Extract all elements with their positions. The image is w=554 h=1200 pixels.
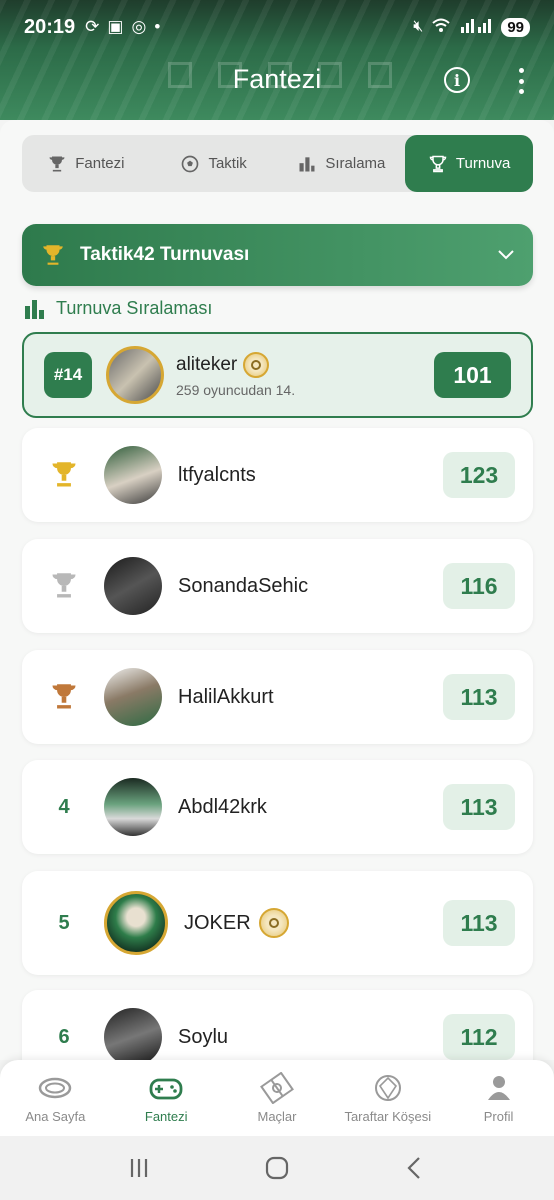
bronze-trophy-icon [52,684,76,709]
crest-icon [374,1075,401,1101]
nav-taraftar-kosesi[interactable]: Taraftar Köşesi [332,1060,443,1136]
avatar [104,557,162,615]
trophy-icon [43,245,63,265]
soccer-ball-icon [182,155,199,172]
player-name: HalilAkkurt [178,685,274,708]
back-icon[interactable] [403,1156,427,1180]
tab-turnuva[interactable]: Turnuva [405,135,533,192]
rank-number: 6 [58,1025,70,1048]
premium-badge-icon [258,908,289,938]
tab-taktik[interactable]: Taktik [150,135,278,192]
player-name: Soylu [178,1025,229,1048]
more-options-icon[interactable] [515,68,527,94]
home-icon[interactable] [265,1156,289,1180]
tournament-selector[interactable]: Taktik42 Turnuvası [22,224,533,286]
player-name: ltfyalcnts [178,463,256,486]
trophy-icon [49,156,65,171]
recent-apps-icon[interactable] [127,1156,151,1180]
rank-number: 4 [58,795,70,818]
app-header: 20:19 ⟳ ▣ ◎ • 🔇︎ 99 Fantezi i [0,0,554,120]
trophy-icon [429,155,447,172]
gamepad-icon [149,1078,183,1100]
pitch-icon [260,1072,294,1104]
my-username: aliteker [176,354,238,375]
player-score: 113 [443,674,515,720]
signal-icon [459,17,493,38]
nav-ana-sayfa[interactable]: Ana Sayfa [0,1060,111,1136]
dot-icon: • [154,17,161,36]
section-title: Turnuva Sıralaması [24,298,212,319]
player-score: 113 [443,784,515,830]
avatar [104,1008,162,1066]
bar-chart-icon [25,299,44,319]
leaderboard-row[interactable]: ltfyalcnts 123 [22,428,533,522]
nav-profil[interactable]: Profil [443,1060,554,1136]
sync-icon: ⟳ [85,17,100,36]
player-score: 113 [443,900,515,946]
system-navigation-bar [0,1136,554,1200]
screenshot-icon: ▣ [107,17,124,36]
avatar [104,446,162,504]
bar-chart-icon [299,156,315,171]
tab-fantezi[interactable]: Fantezi [22,135,150,192]
leaderboard-row[interactable]: 4 Abdl42krk 113 [22,760,533,854]
player-name: JOKER [184,911,251,934]
status-bar: 20:19 ⟳ ▣ ◎ • 🔇︎ 99 [0,10,554,44]
player-name: Abdl42krk [178,795,267,818]
battery-indicator: 99 [501,17,530,37]
player-score: 112 [443,1014,515,1060]
bottom-navigation: Ana Sayfa Fantezi Maçlar Taraftar Köşesi… [0,1060,554,1136]
avatar [104,668,162,726]
player-name: SonandaSehic [178,574,309,597]
instagram-icon: ◎ [131,17,147,36]
my-rank-card[interactable]: #14 aliteker 259 oyuncudan 14. 101 [22,332,533,418]
leaderboard-row[interactable]: SonandaSehic 116 [22,539,533,633]
player-score: 123 [443,452,515,498]
tournament-name: Taktik42 Turnuvası [80,244,250,265]
my-rank-subtitle: 259 oyuncudan 14. [176,382,296,398]
leaderboard-row[interactable]: HalilAkkurt 113 [22,650,533,744]
premium-badge-icon [243,352,270,378]
avatar [104,778,162,836]
page-title: Fantezi [232,64,322,94]
chevron-down-icon [498,250,514,260]
my-score: 101 [434,352,511,398]
nav-maclar[interactable]: Maçlar [222,1060,333,1136]
player-score: 116 [443,563,515,609]
avatar [106,346,164,404]
silver-trophy-icon [52,573,76,598]
main-content: Fantezi Taktik Sıralama Turnuva Taktik42… [0,120,554,1084]
gold-trophy-icon [52,462,76,487]
wifi-icon [431,17,451,38]
stadium-icon [39,1077,72,1099]
tab-bar: Fantezi Taktik Sıralama Turnuva [22,135,533,192]
status-time: 20:19 [24,15,76,38]
tab-siralama[interactable]: Sıralama [278,135,406,192]
leaderboard-row[interactable]: 5 JOKER 113 [22,871,533,975]
rank-number: 5 [58,911,70,934]
info-icon[interactable]: i [444,67,470,93]
avatar [104,891,168,955]
mute-icon: 🔇︎ [413,18,424,35]
nav-fantezi[interactable]: Fantezi [111,1060,222,1136]
my-rank-badge: #14 [44,352,92,398]
person-icon [487,1076,510,1100]
